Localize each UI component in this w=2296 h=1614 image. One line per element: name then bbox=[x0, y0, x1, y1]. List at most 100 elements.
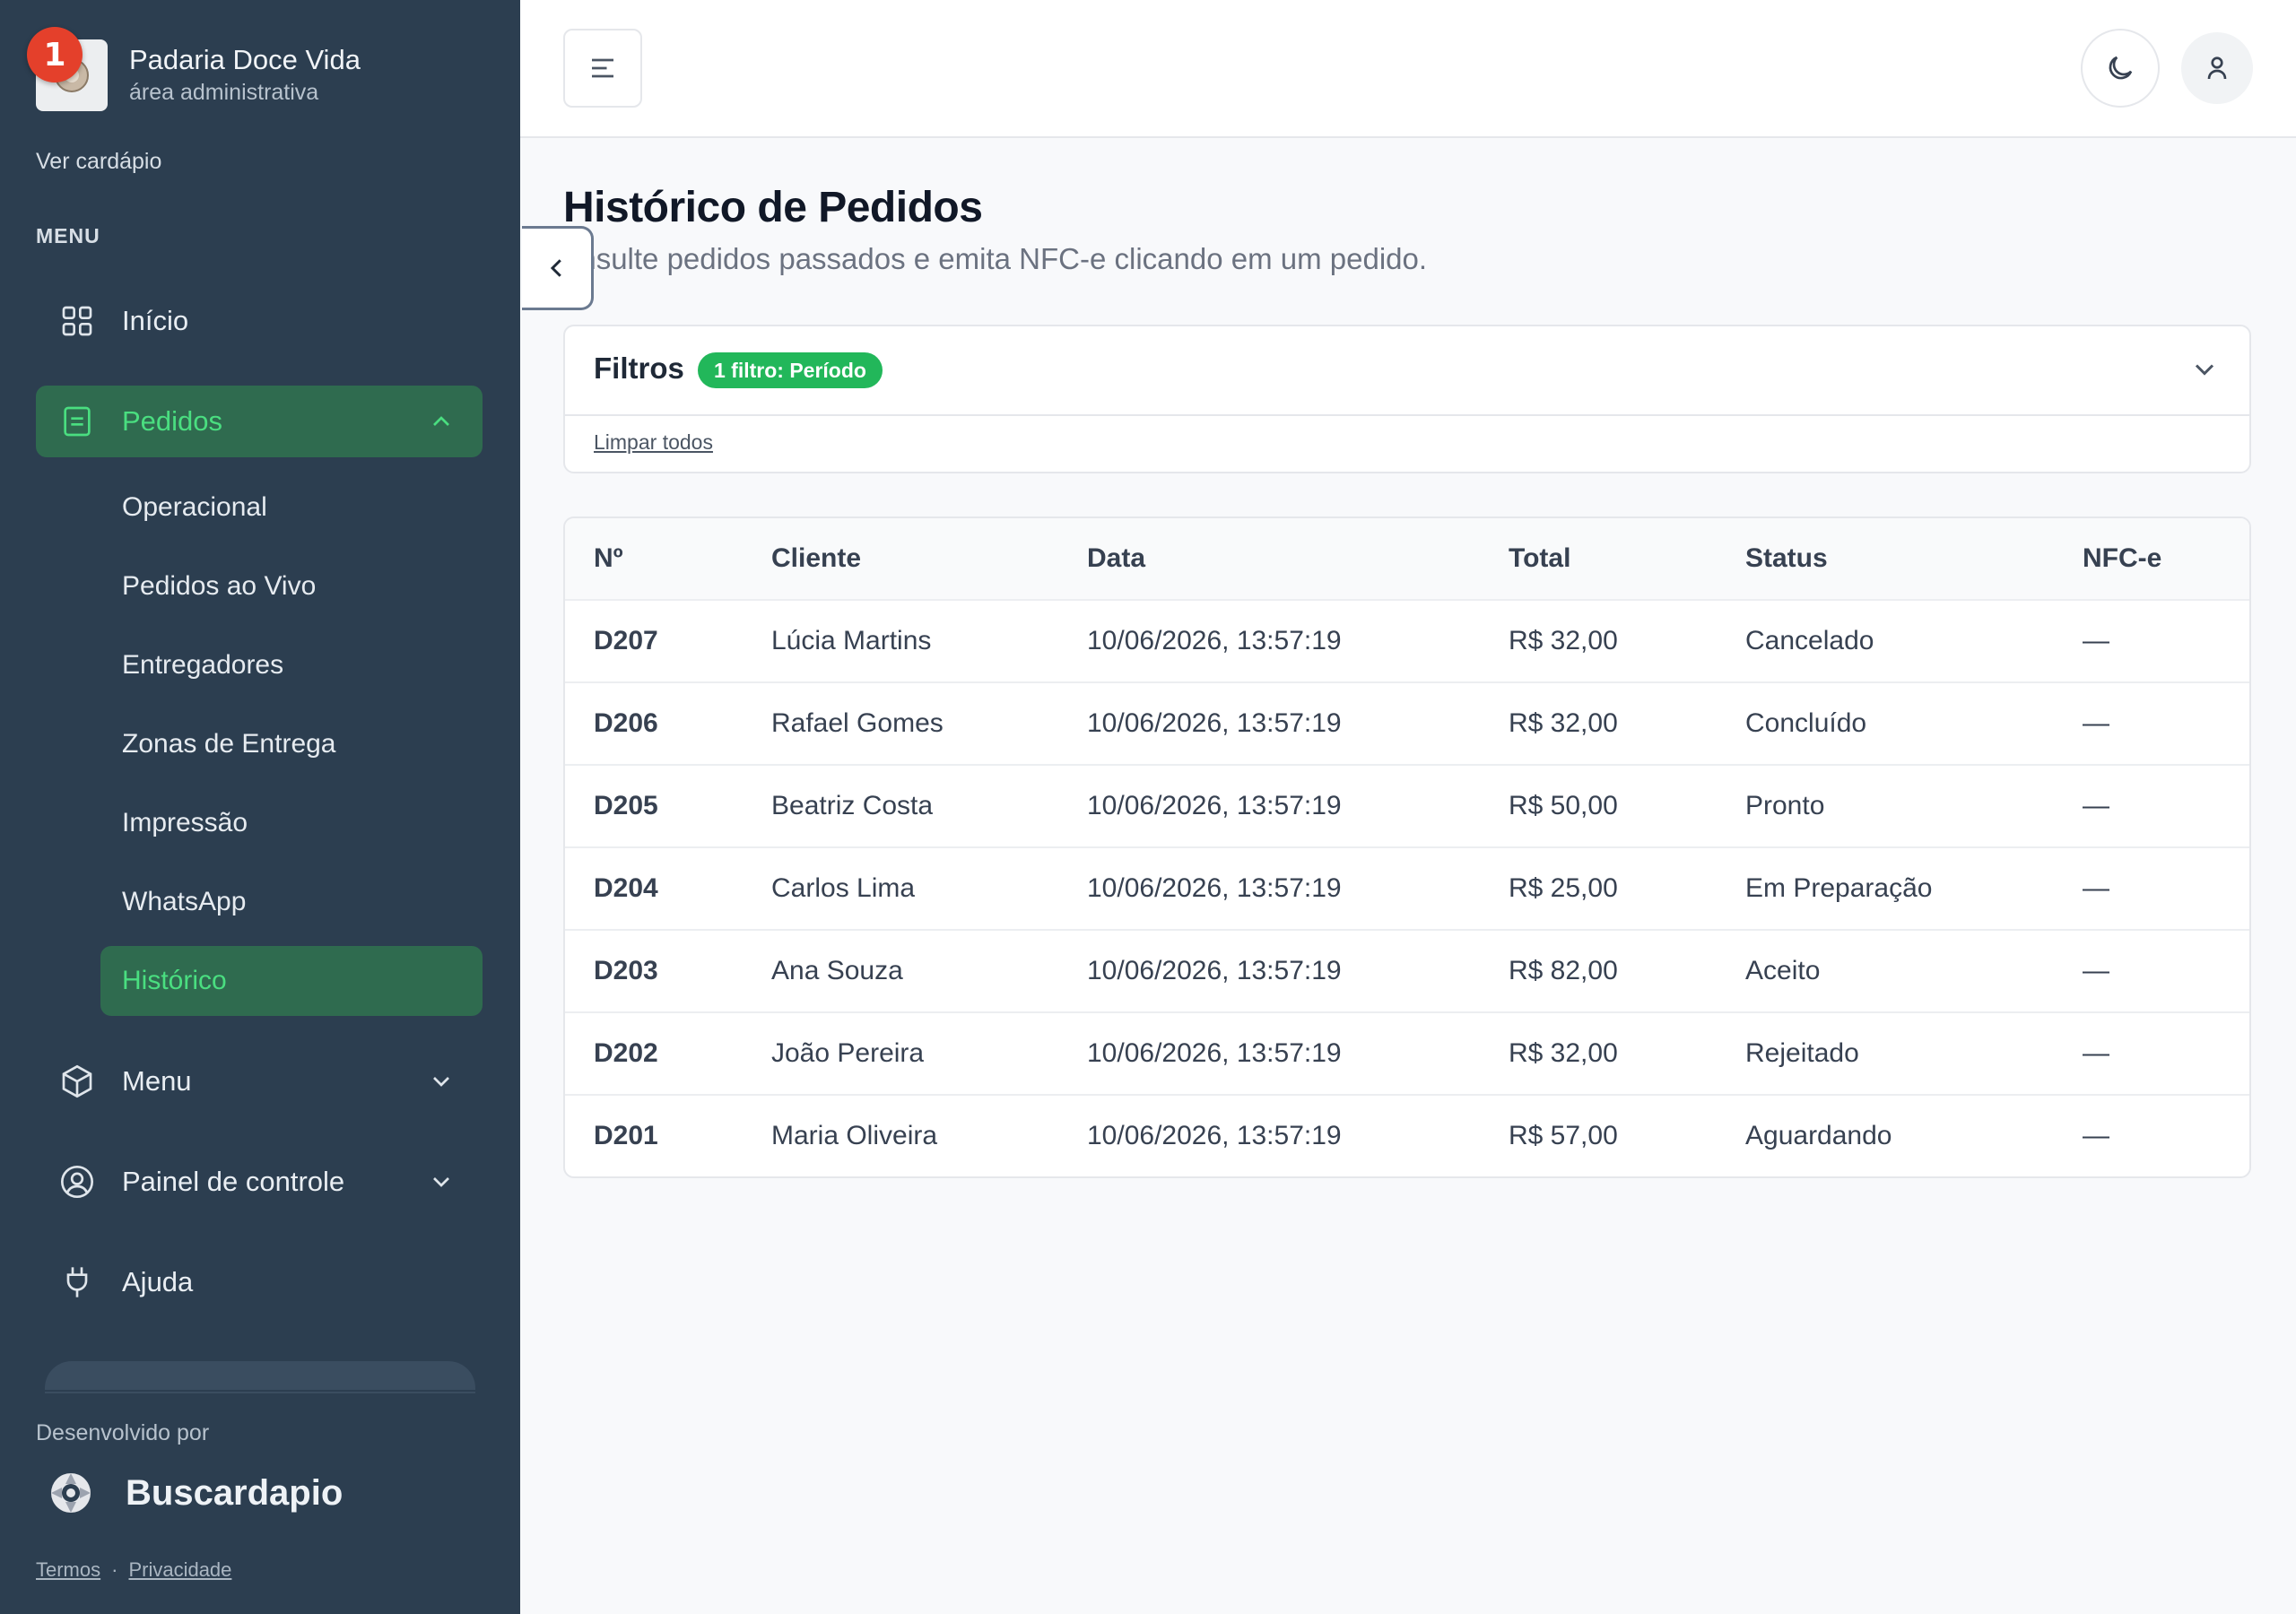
column-header[interactable]: Nº bbox=[594, 518, 623, 599]
terms-link[interactable]: Termos bbox=[36, 1558, 100, 1581]
buscardapio-logo-icon bbox=[51, 1473, 91, 1513]
box-icon bbox=[59, 1063, 95, 1099]
customer-name: João Pereira bbox=[771, 1038, 925, 1068]
table-row[interactable]: D203 Ana Souza 10/06/2026, 13:57:19 R$ 82,0… bbox=[565, 931, 2249, 1013]
collapse-sidebar-button[interactable] bbox=[522, 226, 594, 310]
chevron-down-icon[interactable] bbox=[2188, 353, 2221, 386]
sidebar: 1 Padaria Doce Vida área administrativa … bbox=[0, 0, 520, 1614]
customer-name: Ana Souza bbox=[771, 956, 903, 985]
table-row[interactable]: D205 Beatriz Costa 10/06/2026, 13:57:19 R$ … bbox=[565, 766, 2249, 848]
hamburger-icon bbox=[592, 58, 613, 78]
theme-toggle-button[interactable] bbox=[2081, 29, 2160, 108]
column-header[interactable]: Cliente bbox=[771, 518, 861, 599]
sidebar-item-painel-de-controle[interactable]: Painel de controle bbox=[36, 1146, 483, 1218]
filters-header[interactable]: Filtros 1 filtro: Período bbox=[565, 326, 2249, 416]
developed-by-label: Desenvolvido por bbox=[36, 1420, 210, 1445]
user-menu-button[interactable] bbox=[2181, 32, 2253, 104]
customer-name: Carlos Lima bbox=[771, 873, 916, 903]
subitem-operacional[interactable]: Operacional bbox=[100, 473, 483, 542]
column-header[interactable]: NFC-e bbox=[2083, 518, 2161, 599]
filters-panel: Filtros 1 filtro: Período Limpar todos bbox=[563, 325, 2251, 473]
order-date: 10/06/2026, 13:57:19 bbox=[1087, 956, 1342, 985]
page-title: Histórico de Pedidos bbox=[563, 184, 983, 231]
top-bar bbox=[520, 0, 2296, 138]
subitem-pedidos-ao-vivo[interactable]: Pedidos ao Vivo bbox=[100, 551, 483, 621]
table-header-row: Nº Cliente Data Total Status NFC-e bbox=[565, 518, 2249, 601]
nfce-status: — bbox=[2083, 791, 2109, 820]
order-date: 10/06/2026, 13:57:19 bbox=[1087, 791, 1342, 820]
sidebar-item-label: Menu bbox=[122, 1065, 192, 1097]
sidebar-item-ajuda[interactable]: Ajuda bbox=[36, 1246, 483, 1318]
column-header[interactable]: Total bbox=[1509, 518, 1570, 599]
sidebar-item-pedidos[interactable]: Pedidos bbox=[36, 386, 483, 457]
menu-toggle-button[interactable] bbox=[563, 29, 642, 108]
order-total: R$ 32,00 bbox=[1509, 626, 1618, 655]
chevron-down-icon bbox=[433, 1177, 449, 1187]
view-menu-link[interactable]: Ver cardápio bbox=[36, 149, 161, 175]
notification-badge[interactable]: 1 bbox=[27, 27, 83, 82]
order-number: D204 bbox=[594, 873, 658, 903]
chevron-down-icon bbox=[433, 1077, 449, 1087]
order-status: Cancelado bbox=[1745, 626, 1874, 655]
sidebar-divider bbox=[36, 1390, 483, 1392]
order-number: D207 bbox=[594, 626, 658, 655]
legal-links: Termos · Privacidade bbox=[36, 1558, 231, 1582]
sidebar-item-label: Início bbox=[122, 305, 189, 336]
nfce-status: — bbox=[2083, 873, 2109, 903]
sidebar-item-label: Pedidos bbox=[122, 405, 223, 437]
order-date: 10/06/2026, 13:57:19 bbox=[1087, 1121, 1342, 1150]
order-status: Aceito bbox=[1745, 956, 1821, 985]
sidebar-item-label: Painel de controle bbox=[122, 1166, 345, 1197]
order-total: R$ 82,00 bbox=[1509, 956, 1618, 985]
moon-icon bbox=[2109, 56, 2133, 80]
subitem-impressao[interactable]: Impressão bbox=[100, 788, 483, 858]
nfce-status: — bbox=[2083, 1121, 2109, 1150]
store-logo: 1 bbox=[27, 27, 108, 111]
order-status: Pronto bbox=[1745, 791, 1825, 820]
store-subtitle: área administrativa bbox=[129, 80, 319, 105]
filters-title: Filtros bbox=[594, 351, 684, 385]
subitem-historico[interactable]: Histórico bbox=[100, 946, 483, 1016]
order-number: D205 bbox=[594, 791, 658, 820]
user-circle-icon bbox=[59, 1164, 95, 1200]
sidebar-item-menu[interactable]: Menu bbox=[36, 1046, 483, 1117]
table-row[interactable]: D202 João Pereira 10/06/2026, 13:57:19 R$ 3… bbox=[565, 1013, 2249, 1096]
order-total: R$ 57,00 bbox=[1509, 1121, 1618, 1150]
order-status: Em Preparação bbox=[1745, 873, 1933, 903]
list-icon bbox=[59, 404, 95, 439]
order-status: Aguardando bbox=[1745, 1121, 1892, 1150]
plug-icon bbox=[59, 1264, 95, 1300]
developer-brand[interactable]: Buscardapio bbox=[48, 1471, 343, 1515]
nfce-status: — bbox=[2083, 1038, 2109, 1068]
grid-icon bbox=[59, 303, 95, 339]
active-filter-badge: 1 filtro: Período bbox=[698, 352, 883, 388]
table-row[interactable]: D207 Lúcia Martins 10/06/2026, 13:57:19 R$ … bbox=[565, 601, 2249, 683]
brand[interactable]: 1 Padaria Doce Vida área administrativa bbox=[27, 27, 361, 111]
privacy-link[interactable]: Privacidade bbox=[128, 1558, 231, 1581]
order-status: Concluído bbox=[1745, 708, 1867, 738]
table-row[interactable]: D204 Carlos Lima 10/06/2026, 13:57:19 R$ 25… bbox=[565, 848, 2249, 931]
order-total: R$ 25,00 bbox=[1509, 873, 1618, 903]
order-date: 10/06/2026, 13:57:19 bbox=[1087, 708, 1342, 738]
order-status: Rejeitado bbox=[1745, 1038, 1859, 1068]
order-total: R$ 50,00 bbox=[1509, 791, 1618, 820]
column-header[interactable]: Data bbox=[1087, 518, 1145, 599]
customer-name: Beatriz Costa bbox=[771, 791, 934, 820]
column-header[interactable]: Status bbox=[1745, 518, 1828, 599]
chevron-left-icon bbox=[550, 259, 561, 277]
clear-all-filters-link[interactable]: Limpar todos bbox=[594, 430, 713, 455]
order-total: R$ 32,00 bbox=[1509, 708, 1618, 738]
nfce-status: — bbox=[2083, 626, 2109, 655]
order-date: 10/06/2026, 13:57:19 bbox=[1087, 873, 1342, 903]
sidebar-item-inicio[interactable]: Início bbox=[36, 285, 483, 357]
subitem-zonas-de-entrega[interactable]: Zonas de Entrega bbox=[100, 709, 483, 779]
sidebar-item-label: Ajuda bbox=[122, 1266, 194, 1297]
subitem-entregadores[interactable]: Entregadores bbox=[100, 630, 483, 700]
store-name: Padaria Doce Vida bbox=[129, 44, 361, 75]
subitem-whatsapp[interactable]: WhatsApp bbox=[100, 867, 483, 937]
sidebar-scrollbar[interactable] bbox=[45, 1361, 475, 1393]
table-row[interactable]: D206 Rafael Gomes 10/06/2026, 13:57:19 R$ 3… bbox=[565, 683, 2249, 766]
page-description: onsulte pedidos passados e emita NFC-e c… bbox=[563, 242, 1428, 275]
chevron-up-icon bbox=[433, 416, 449, 426]
table-row[interactable]: D201 Maria Oliveira 10/06/2026, 13:57:19 R$… bbox=[565, 1096, 2249, 1176]
